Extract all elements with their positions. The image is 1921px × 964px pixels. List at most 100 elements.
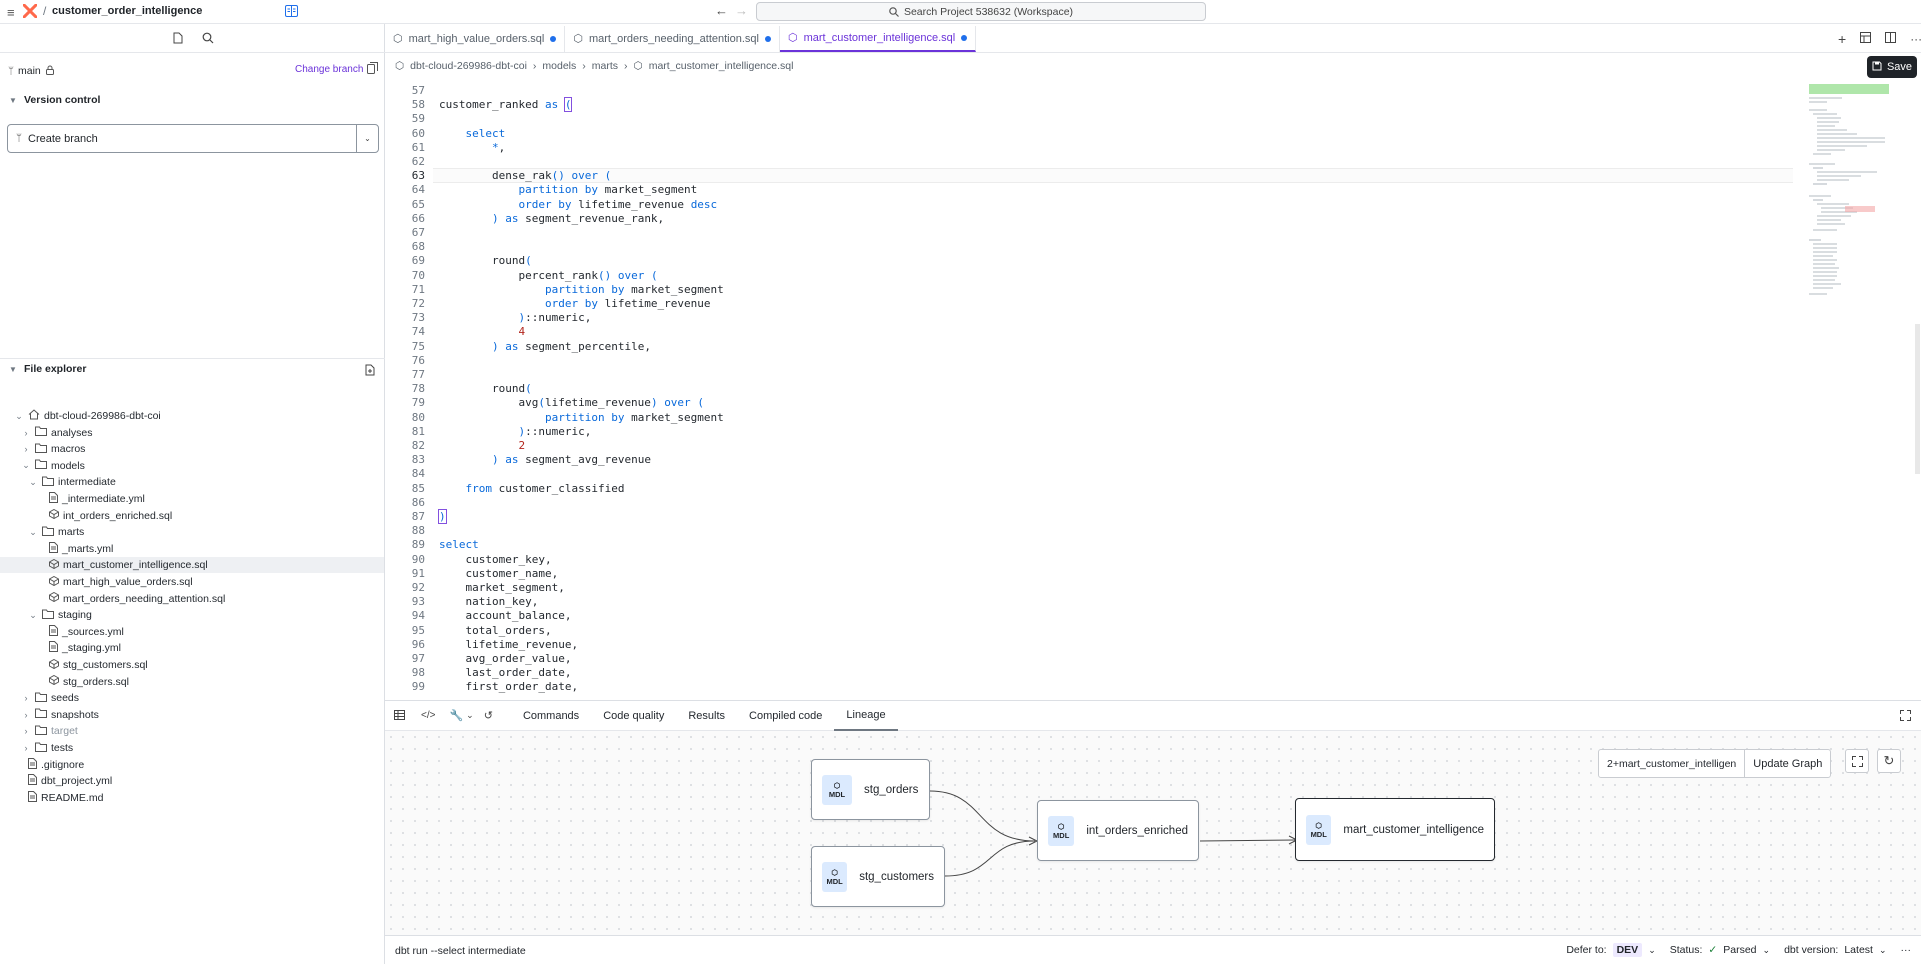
project-name[interactable]: customer_order_intelligence bbox=[52, 5, 202, 17]
menu-icon[interactable]: ≡ bbox=[7, 5, 15, 20]
tree-item[interactable]: .gitignore bbox=[14, 757, 84, 773]
code-line: customer_name, bbox=[439, 566, 559, 580]
dbt-version-value[interactable]: Latest bbox=[1844, 944, 1873, 956]
tree-item[interactable]: ⌄ dbt-cloud-269986-dbt-coi bbox=[14, 408, 161, 424]
lineage-canvas[interactable]: 2+mart_customer_intelligen Update Graph … bbox=[385, 731, 1921, 936]
editor-scrollbar[interactable] bbox=[1915, 324, 1920, 474]
tree-item[interactable]: _intermediate.yml bbox=[35, 491, 145, 507]
tree-item[interactable]: › target bbox=[21, 723, 78, 739]
tree-item[interactable]: _staging.yml bbox=[35, 640, 121, 656]
editor-tab-label: mart_customer_intelligence.sql bbox=[803, 31, 956, 44]
create-branch-dropdown[interactable]: ⌄ bbox=[356, 125, 378, 152]
save-button[interactable]: Save bbox=[1867, 56, 1917, 78]
editor-tab[interactable]: ⬡ mart_high_value_orders.sql bbox=[385, 25, 566, 52]
folder-icon bbox=[35, 426, 47, 439]
branch-indicator: ᛘ main bbox=[8, 64, 55, 78]
bottom-tab[interactable]: Code quality bbox=[591, 701, 676, 731]
tree-item[interactable]: mart_customer_intelligence.sql bbox=[35, 557, 208, 573]
unsaved-dot-icon[interactable] bbox=[961, 34, 968, 41]
tree-item[interactable]: › snapshots bbox=[21, 707, 99, 723]
tree-item[interactable]: stg_customers.sql bbox=[35, 657, 148, 673]
wrench-icon[interactable]: 🔧 bbox=[449, 709, 463, 722]
code-line: customer_ranked as ( bbox=[439, 97, 573, 113]
tree-item[interactable]: README.md bbox=[14, 790, 103, 806]
code-line: account_balance, bbox=[439, 609, 572, 623]
lineage-node-int-orders-enriched[interactable]: ⬡ MDL int_orders_enriched bbox=[1037, 800, 1199, 861]
line-number: 71 bbox=[411, 282, 425, 296]
bottom-tab[interactable]: Compiled code bbox=[737, 701, 834, 731]
version-control-header[interactable]: ▼ Version control bbox=[8, 94, 100, 106]
tree-item[interactable]: › analyses bbox=[21, 425, 92, 441]
search-files-icon[interactable] bbox=[202, 32, 214, 47]
code-editor[interactable]: 57 58 customer_ranked as (59 60 select 61 *,… bbox=[385, 84, 1795, 700]
minimap[interactable] bbox=[1797, 84, 1917, 314]
forward-arrow-icon[interactable]: → bbox=[735, 3, 748, 18]
file-explorer-header[interactable]: ▼ File explorer bbox=[8, 363, 86, 375]
chevron-down-icon[interactable]: ⌄ bbox=[1763, 945, 1771, 956]
book-icon[interactable] bbox=[285, 5, 298, 20]
line-number: 87 bbox=[411, 510, 425, 523]
plus-icon[interactable]: + bbox=[1838, 31, 1846, 47]
tree-item[interactable]: ⌄ staging bbox=[28, 607, 92, 623]
tree-item[interactable]: int_orders_enriched.sql bbox=[35, 508, 172, 524]
bottom-tab[interactable]: Results bbox=[676, 701, 737, 731]
breadcrumb-item[interactable]: marts bbox=[592, 60, 618, 72]
breadcrumb-item[interactable]: models bbox=[542, 60, 576, 72]
change-branch-link[interactable]: Change branch bbox=[295, 64, 363, 75]
expand-icon[interactable] bbox=[1900, 710, 1911, 724]
tree-item[interactable]: › seeds bbox=[21, 690, 79, 706]
files-icon[interactable] bbox=[173, 32, 183, 47]
tree-item[interactable]: › macros bbox=[21, 441, 85, 457]
defer-value[interactable]: DEV bbox=[1612, 943, 1643, 957]
breadcrumb-item[interactable]: dbt-cloud-269986-dbt-coi bbox=[410, 60, 527, 72]
editor-tab[interactable]: ⬡ mart_orders_needing_attention.sql bbox=[565, 25, 780, 52]
code-line: nation_key, bbox=[439, 595, 539, 609]
lineage-node-mart-customer-intelligence[interactable]: ⬡ MDL mart_customer_intelligence bbox=[1295, 798, 1495, 861]
table-icon[interactable] bbox=[394, 709, 405, 723]
tree-item[interactable]: dbt_project.yml bbox=[14, 773, 112, 789]
status-value[interactable]: Parsed bbox=[1723, 944, 1756, 956]
code-icon[interactable]: </> bbox=[421, 710, 435, 721]
unsaved-dot-icon[interactable] bbox=[550, 35, 557, 42]
create-branch-button[interactable]: ᛘ Create branch bbox=[8, 125, 356, 152]
chevron-down-icon: ▼ bbox=[9, 95, 17, 105]
chevron-down-icon[interactable]: ⌄ bbox=[1879, 945, 1887, 956]
bottom-tab[interactable]: Commands bbox=[511, 701, 591, 731]
history-icon[interactable]: ↺ bbox=[484, 709, 493, 722]
tree-item[interactable]: _marts.yml bbox=[35, 541, 113, 557]
more-icon[interactable]: ··· bbox=[1901, 944, 1912, 956]
file-icon bbox=[28, 774, 37, 788]
last-command[interactable]: dbt run --select intermediate bbox=[395, 945, 526, 957]
tree-item[interactable]: mart_high_value_orders.sql bbox=[35, 574, 193, 590]
code-line: ) as segment_percentile, bbox=[491, 339, 651, 353]
tree-item[interactable]: ⌄ intermediate bbox=[28, 474, 116, 490]
bottom-tab[interactable]: Lineage bbox=[834, 701, 898, 731]
more-icon[interactable]: ··· bbox=[1910, 32, 1921, 46]
lineage-node-stg-customers[interactable]: ⬡ MDL stg_customers bbox=[811, 846, 945, 907]
back-arrow-icon[interactable]: ← bbox=[715, 3, 728, 18]
unsaved-dot-icon[interactable] bbox=[764, 35, 771, 42]
tree-item[interactable]: stg_orders.sql bbox=[35, 674, 129, 690]
path-separator: / bbox=[43, 4, 47, 18]
line-number: 66 bbox=[411, 211, 425, 225]
tree-item-label: target bbox=[51, 725, 78, 738]
model-badge: ⬡ MDL bbox=[1048, 815, 1075, 846]
search-bar[interactable]: Search Project 538632 (Workspace) bbox=[756, 2, 1206, 21]
layout-icon[interactable] bbox=[1860, 32, 1872, 46]
new-file-icon[interactable] bbox=[365, 364, 375, 379]
tree-item[interactable]: _sources.yml bbox=[35, 624, 124, 640]
lineage-node-stg-orders[interactable]: ⬡ MDL stg_orders bbox=[811, 759, 930, 820]
copy-icon[interactable] bbox=[367, 62, 378, 77]
chevron-down-icon[interactable]: ⌄ bbox=[1648, 945, 1656, 956]
tree-item[interactable]: ⌄ marts bbox=[28, 524, 84, 540]
tree-item[interactable]: › tests bbox=[21, 740, 73, 756]
chevron-down-icon[interactable]: ⌄ bbox=[466, 710, 474, 721]
tree-item-label: int_orders_enriched.sql bbox=[63, 509, 173, 522]
editor-tab[interactable]: ⬡ mart_customer_intelligence.sql bbox=[779, 25, 977, 52]
breadcrumb-item[interactable]: mart_customer_intelligence.sql bbox=[649, 60, 794, 72]
split-icon[interactable] bbox=[1885, 32, 1897, 46]
tree-item[interactable]: ⌄ models bbox=[21, 458, 85, 474]
dbt-version-label: dbt version: bbox=[1784, 944, 1839, 956]
model-icon: ⬡ bbox=[787, 32, 798, 44]
tree-item[interactable]: mart_orders_needing_attention.sql bbox=[35, 591, 225, 607]
